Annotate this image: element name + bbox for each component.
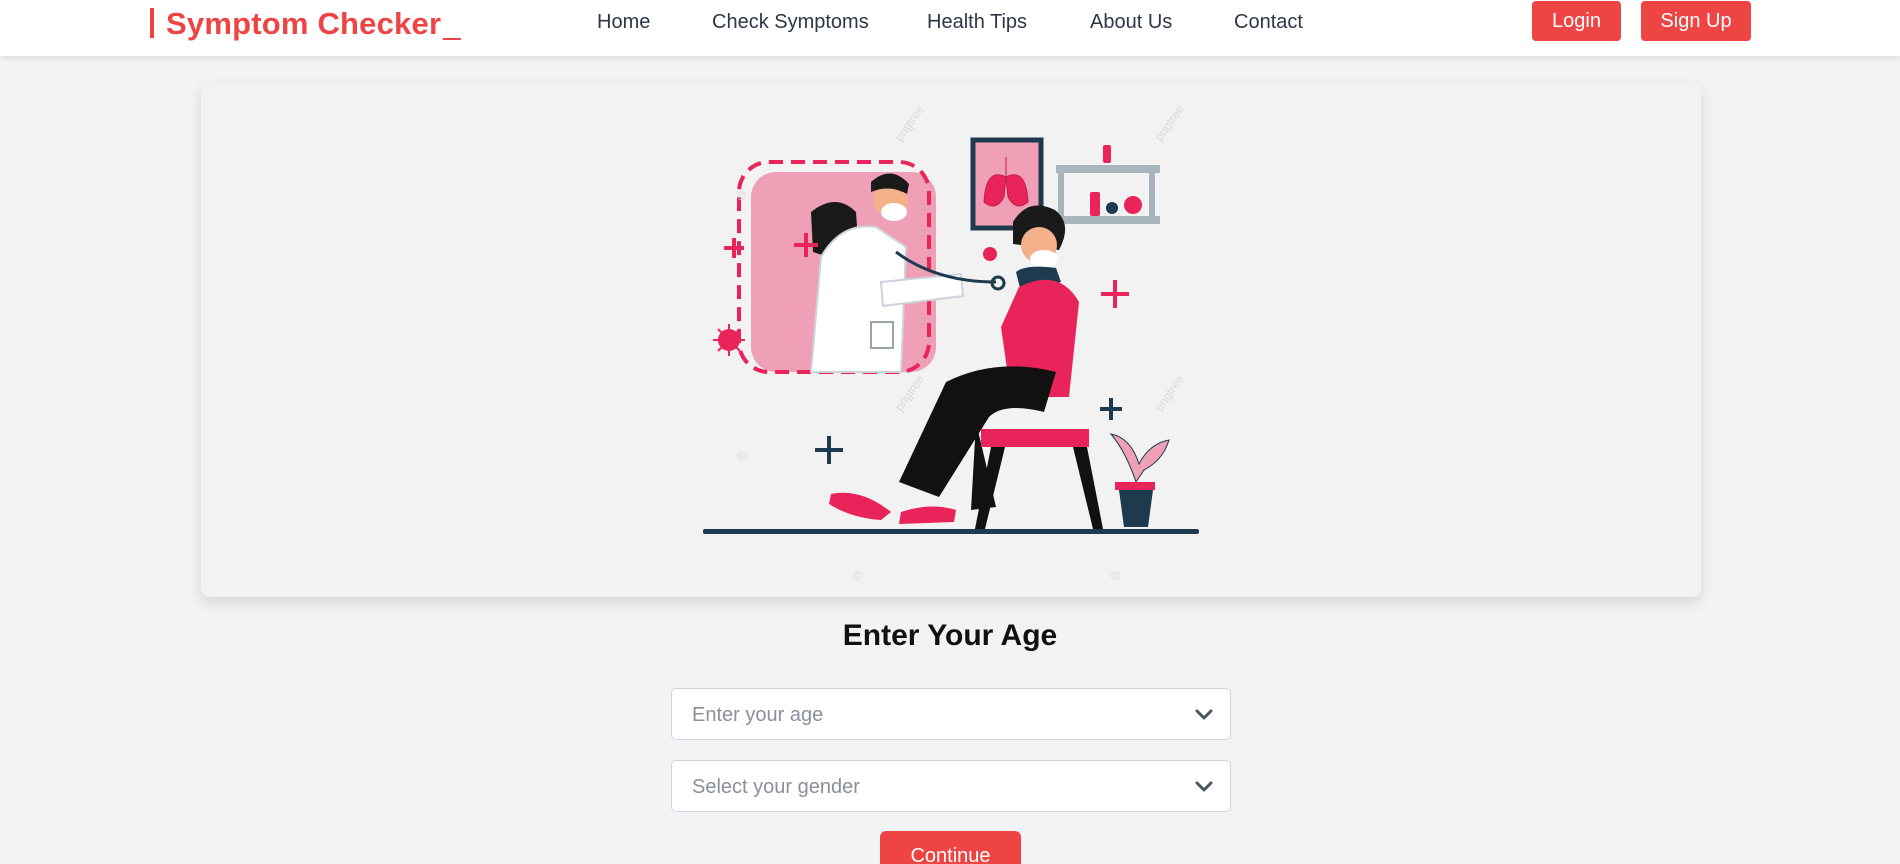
plant-leaves (1109, 433, 1170, 484)
page-title: Enter Your Age (842, 619, 1058, 652)
age-placeholder: Enter your age (692, 704, 824, 726)
gender-placeholder: Select your gender (692, 776, 860, 798)
doctor-patient-illustration: pngtree pngtree pngtree pngtree ©© ©© (703, 102, 1199, 583)
chevron-down-icon (1195, 781, 1213, 792)
continue-button[interactable]: Continue (880, 831, 1021, 864)
watermark-text-4: pngtree (892, 372, 927, 414)
gender-select[interactable]: Select your gender (671, 760, 1231, 812)
plant-pot (1119, 490, 1153, 527)
login-button[interactable]: Login (1532, 1, 1621, 41)
floor-line (703, 529, 1199, 534)
bottle-icon (1090, 192, 1100, 216)
watermark-text-2: pngtree (1152, 102, 1187, 144)
watermark-text-3: pngtree (1152, 372, 1187, 414)
stool-seat (981, 429, 1089, 447)
brand-bar-icon (150, 8, 154, 38)
nav-about-us[interactable]: About Us (1090, 11, 1172, 34)
nav-contact[interactable]: Contact (1234, 11, 1303, 34)
navbar: Symptom Checker_ Home Check Symptoms Hea… (0, 0, 1900, 56)
patient-shoe-left (829, 492, 891, 520)
pot-rim (1115, 482, 1155, 490)
brand-logo[interactable]: Symptom Checker_ (150, 6, 461, 42)
brand-cursor: _ (443, 6, 461, 41)
svg-text:©: © (737, 449, 746, 463)
nav-health-tips[interactable]: Health Tips (927, 11, 1027, 34)
chevron-down-icon (1195, 709, 1213, 720)
patient-shoe-right (899, 506, 956, 524)
flask-icon (1124, 196, 1142, 214)
flask-icon (1106, 202, 1118, 214)
shelf (1056, 145, 1160, 224)
doctor-mask (881, 203, 907, 221)
bottle-icon (1103, 145, 1111, 163)
patient-mask (1030, 250, 1058, 268)
svg-text:©: © (1111, 569, 1120, 583)
nav-home[interactable]: Home (597, 11, 650, 34)
hero-card: pngtree pngtree pngtree pngtree © © © © (201, 82, 1701, 597)
watermark-text-1: pngtree (892, 102, 927, 144)
age-input[interactable]: Enter your age (671, 688, 1231, 740)
nav-check-symptoms[interactable]: Check Symptoms (712, 11, 869, 34)
stool-legs (975, 447, 1103, 529)
signup-button[interactable]: Sign Up (1641, 1, 1751, 41)
brand-name: Symptom Checker (166, 6, 442, 41)
svg-text:©: © (853, 569, 862, 583)
svg-text:©: © (737, 189, 746, 203)
